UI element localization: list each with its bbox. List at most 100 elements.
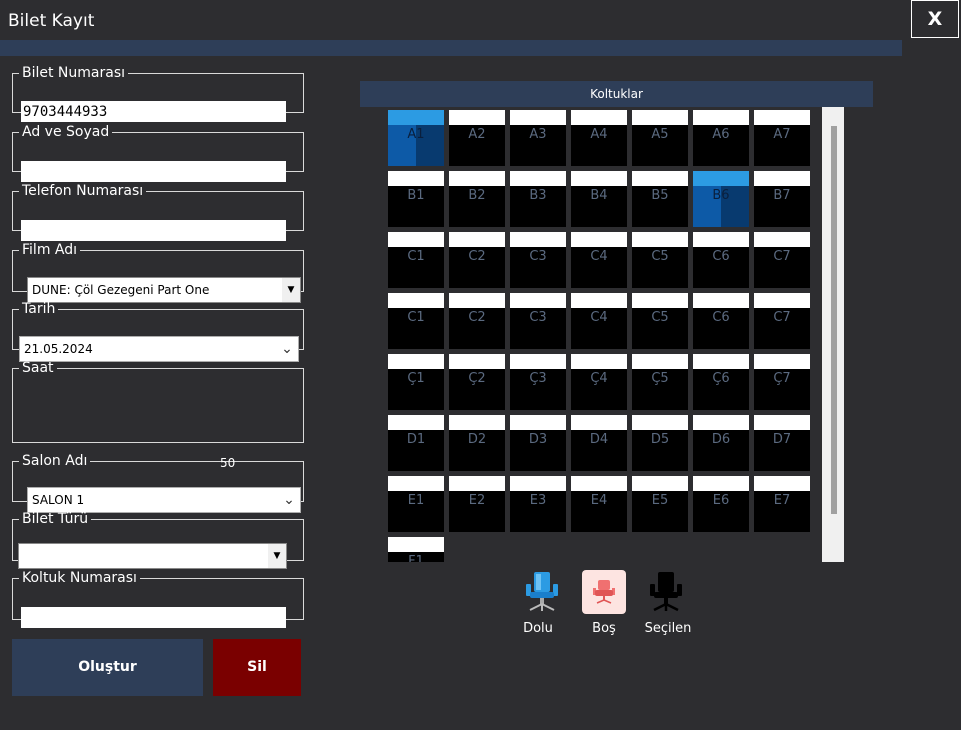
full-name-label: Ad ve Soyad xyxy=(22,124,110,140)
seat-header-strip xyxy=(754,232,810,247)
date-label: Tarih xyxy=(22,301,56,317)
seat[interactable]: E7 xyxy=(754,476,810,532)
seat[interactable]: C4 xyxy=(571,232,627,288)
seat-header-strip xyxy=(388,537,444,552)
seat[interactable]: A5 xyxy=(632,110,688,166)
film-select[interactable]: DUNE: Çöl Gezegeni Part One ▼ xyxy=(27,277,301,303)
seat[interactable]: Ç6 xyxy=(693,354,749,410)
seat[interactable]: A6 xyxy=(693,110,749,166)
seat-label: C4 xyxy=(590,310,608,325)
date-group: Tarih 21.05.2024 ⌄ xyxy=(12,301,304,362)
chevron-down-icon: ⌄ xyxy=(283,492,295,508)
seat[interactable]: E1 xyxy=(388,476,444,532)
seat-label: E7 xyxy=(773,493,791,508)
seat[interactable]: C2 xyxy=(449,293,505,349)
seat[interactable]: A1 xyxy=(388,110,444,166)
seat-header-strip xyxy=(693,232,749,247)
seat-label: E1 xyxy=(407,493,425,508)
seat[interactable]: B3 xyxy=(510,171,566,227)
seat[interactable]: B5 xyxy=(632,171,688,227)
seat[interactable]: C7 xyxy=(754,232,810,288)
seat[interactable]: C4 xyxy=(571,293,627,349)
seat-header-strip xyxy=(693,110,749,125)
seat-header-strip xyxy=(449,110,505,125)
ticket-type-select[interactable]: ▼ xyxy=(18,543,287,569)
seat-label: A2 xyxy=(468,127,486,142)
seat[interactable]: B4 xyxy=(571,171,627,227)
seat-label: E2 xyxy=(468,493,486,508)
seat-header-strip xyxy=(571,171,627,186)
seat[interactable]: E6 xyxy=(693,476,749,532)
legend-full-label: Dolu xyxy=(523,621,553,636)
seat[interactable]: A4 xyxy=(571,110,627,166)
seat-header-strip xyxy=(632,232,688,247)
seat[interactable]: C5 xyxy=(632,232,688,288)
seat-label: Ç5 xyxy=(651,371,669,386)
seat-header-strip xyxy=(571,110,627,125)
seat-label: C7 xyxy=(773,310,791,325)
seat-label: D3 xyxy=(528,432,548,447)
seat-label: C5 xyxy=(651,249,669,264)
seat-header-strip xyxy=(754,476,810,491)
seat[interactable]: C6 xyxy=(693,232,749,288)
salon-label: Salon Adı xyxy=(22,453,88,469)
salon-select[interactable]: SALON 1 ⌄ xyxy=(27,487,301,513)
delete-button[interactable]: Sil xyxy=(213,639,301,696)
seat[interactable]: D1 xyxy=(388,415,444,471)
seat[interactable]: C1 xyxy=(388,293,444,349)
seat[interactable]: Ç7 xyxy=(754,354,810,410)
dropdown-arrow-icon: ▼ xyxy=(268,544,286,568)
seat-header-strip xyxy=(388,476,444,491)
seat-header-strip xyxy=(449,354,505,369)
seat-label: A7 xyxy=(773,127,791,142)
seat[interactable]: A2 xyxy=(449,110,505,166)
seat-label: C3 xyxy=(529,310,547,325)
seat[interactable]: C7 xyxy=(754,293,810,349)
seat[interactable]: Ç1 xyxy=(388,354,444,410)
seat[interactable]: Ç5 xyxy=(632,354,688,410)
seat[interactable]: B1 xyxy=(388,171,444,227)
seat[interactable]: E2 xyxy=(449,476,505,532)
seat-label: A6 xyxy=(712,127,730,142)
seat[interactable]: D2 xyxy=(449,415,505,471)
seat[interactable]: D5 xyxy=(632,415,688,471)
seat-header-strip xyxy=(632,293,688,308)
create-button[interactable]: Oluştur xyxy=(12,639,203,696)
seat[interactable]: D7 xyxy=(754,415,810,471)
seat-header-strip xyxy=(632,354,688,369)
ticket-number-input[interactable] xyxy=(21,101,286,122)
seat[interactable]: D3 xyxy=(510,415,566,471)
seat[interactable]: B2 xyxy=(449,171,505,227)
close-button[interactable]: X xyxy=(911,0,959,38)
date-picker[interactable]: 21.05.2024 ⌄ xyxy=(19,336,299,362)
seat[interactable]: C3 xyxy=(510,232,566,288)
seat-number-input[interactable] xyxy=(21,607,286,628)
seat[interactable]: D6 xyxy=(693,415,749,471)
full-name-input[interactable] xyxy=(21,161,286,182)
seat[interactable]: C6 xyxy=(693,293,749,349)
seat[interactable]: B6 xyxy=(693,171,749,227)
seat[interactable]: E5 xyxy=(632,476,688,532)
seat-header-strip xyxy=(510,232,566,247)
seat[interactable]: E3 xyxy=(510,476,566,532)
legend-empty-label: Boş xyxy=(592,621,616,636)
seat[interactable]: Ç4 xyxy=(571,354,627,410)
seat-label: B5 xyxy=(651,188,669,203)
seat[interactable]: B7 xyxy=(754,171,810,227)
scrollbar-thumb[interactable] xyxy=(831,126,837,514)
seat[interactable]: Ç2 xyxy=(449,354,505,410)
seat[interactable]: C3 xyxy=(510,293,566,349)
seat[interactable]: C1 xyxy=(388,232,444,288)
seat[interactable]: Ç3 xyxy=(510,354,566,410)
seat-label: C1 xyxy=(407,310,425,325)
seat[interactable]: A7 xyxy=(754,110,810,166)
seat[interactable]: C5 xyxy=(632,293,688,349)
seat-label: C4 xyxy=(590,249,608,264)
seat-label: D1 xyxy=(406,432,426,447)
seat[interactable]: F1 xyxy=(388,537,444,562)
seat[interactable]: E4 xyxy=(571,476,627,532)
phone-input[interactable] xyxy=(21,220,286,241)
seat[interactable]: C2 xyxy=(449,232,505,288)
seat[interactable]: A3 xyxy=(510,110,566,166)
seat[interactable]: D4 xyxy=(571,415,627,471)
